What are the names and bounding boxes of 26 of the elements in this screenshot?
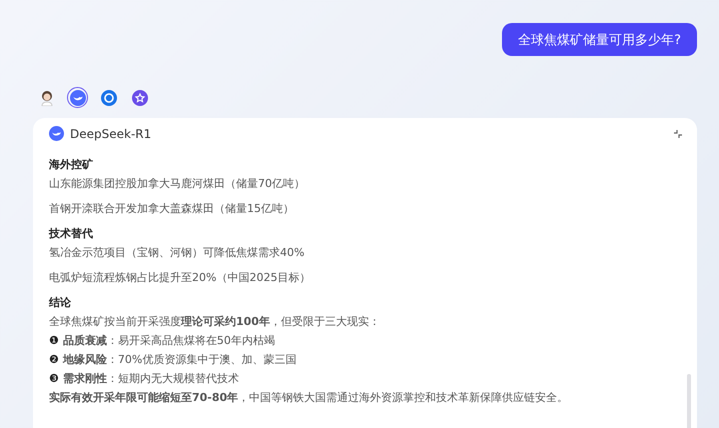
answer-paragraph: 电弧炉短流程炼钢占比提升至20%（中国2025目标） <box>49 270 312 286</box>
bullet-number: ❶ <box>49 334 59 347</box>
model-switch-button[interactable] <box>67 87 88 108</box>
section-heading: 海外控矿 <box>49 157 94 173</box>
user-message-bubble: 全球焦煤矿储量可用多少年? <box>502 23 697 56</box>
whale-logo-icon <box>49 126 64 141</box>
answer-paragraph: 氢冶金示范项目（宝钢、河钢）可降低焦煤需求40% <box>49 245 306 261</box>
model-switch-button[interactable] <box>129 87 150 108</box>
answer-paragraph: 实际有效开采年限可能缩短至70-80年，中国等钢铁大国需通过海外资源掌控和技术革新保障供应链安全。 <box>49 390 570 406</box>
answer-paragraph: 山东能源集团控股加拿大马鹿河煤田（储量70亿吨） <box>49 176 306 192</box>
bullet-number: ❸ <box>49 372 59 385</box>
bullet-number: ❷ <box>49 353 59 366</box>
bullet-text: 需求刚性：短期内无大规模替代技术 <box>62 372 239 385</box>
model-switch-button[interactable] <box>98 87 119 108</box>
swirl-logo-icon <box>100 90 116 106</box>
bullet-text: 地缘风险：70%优质资源集中于澳、加、蒙三国 <box>62 353 296 366</box>
person-avatar-icon <box>40 90 54 106</box>
bullet-text: 品质衰减：易开采高品焦煤将在50年内枯竭 <box>62 334 275 347</box>
section-heading: 结论 <box>49 295 72 311</box>
model-name: DeepSeek-R1 <box>70 126 152 140</box>
section-heading: 技术替代 <box>49 226 94 242</box>
answer-paragraph: 首钢开滦联合开发加拿大盖森煤田（储量15亿吨） <box>49 201 295 217</box>
collapse-icon[interactable] <box>673 128 683 138</box>
whale-logo-icon <box>70 90 86 106</box>
star-logo-icon <box>132 90 148 106</box>
answer-paragraph: 全球焦煤矿按当前开采强度理论可采约100年，但受限于三大现实： <box>49 314 381 330</box>
